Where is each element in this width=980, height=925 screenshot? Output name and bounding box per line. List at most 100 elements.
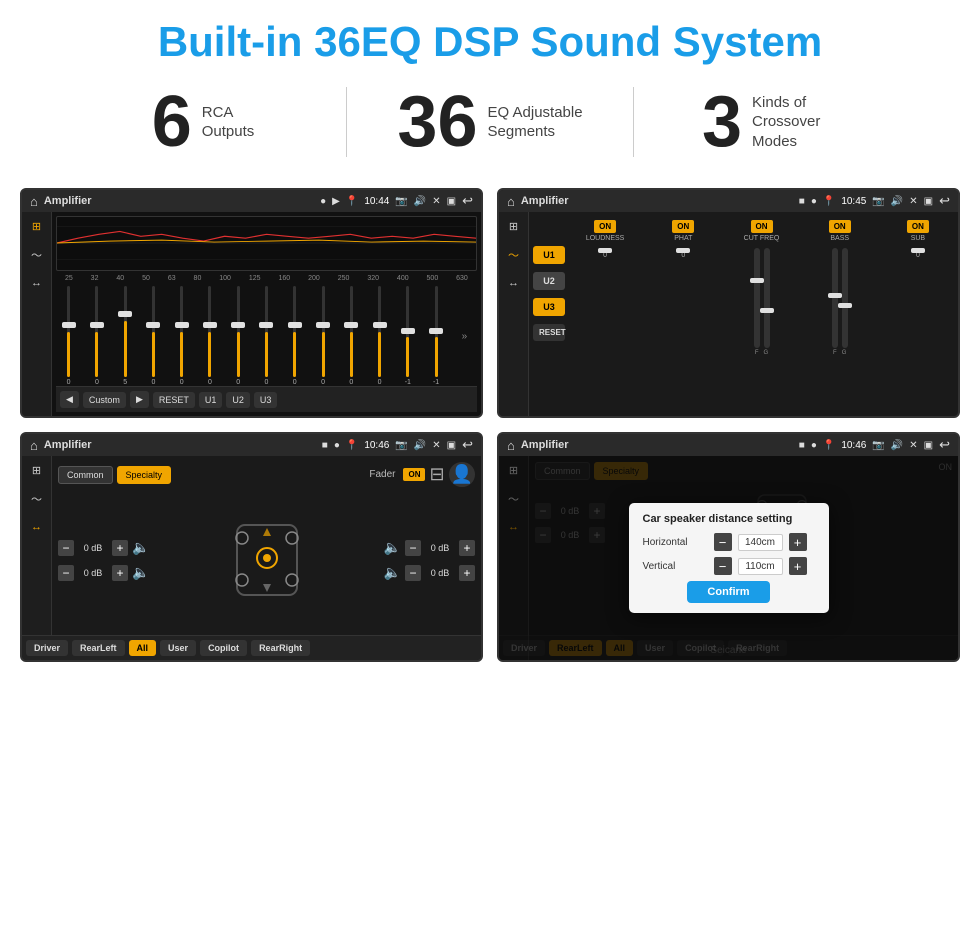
volume-icon-4[interactable]: 🔊	[891, 440, 903, 451]
on-badge-cutfreq[interactable]: ON	[751, 220, 773, 233]
crossover-speaker-icon[interactable]: ↔	[508, 277, 519, 289]
ch-front-left-plus[interactable]: +	[112, 540, 128, 556]
camera-icon-2[interactable]: 📷	[872, 196, 884, 207]
eq-time: 10:44	[364, 196, 389, 207]
screen-icon-3[interactable]: ▣	[447, 440, 456, 451]
close-icon-2[interactable]: ✕	[909, 196, 917, 207]
v-slider-cutfreq-g[interactable]	[764, 248, 770, 348]
camera-icon-3[interactable]: 📷	[395, 440, 407, 451]
close-icon[interactable]: ✕	[432, 196, 440, 207]
rear-left-btn[interactable]: RearLeft	[72, 640, 125, 656]
u1-crossover-btn[interactable]: U1	[533, 246, 565, 264]
v-thumb-cutfreq-f[interactable]	[750, 278, 764, 283]
ch-rear-right-minus[interactable]: −	[405, 565, 421, 581]
ch-rear-left-plus[interactable]: +	[112, 565, 128, 581]
ch-front-left-minus[interactable]: −	[58, 540, 74, 556]
reset-btn[interactable]: RESET	[153, 392, 195, 408]
slider-col: 0	[367, 286, 392, 386]
on-toggle[interactable]: ON	[403, 468, 425, 481]
u1-btn[interactable]: U1	[199, 392, 223, 408]
crossover-wave-icon[interactable]: 〜	[508, 247, 519, 263]
eq-body: ⊞ 〜 ↔	[22, 212, 481, 416]
volume-icon-2[interactable]: 🔊	[891, 196, 903, 207]
custom-btn[interactable]: Custom	[83, 392, 126, 408]
col-labels-bass-fg: F G	[833, 350, 846, 356]
stat-number-crossover: 3	[702, 86, 742, 158]
volume-icon-3[interactable]: 🔊	[414, 440, 426, 451]
next-play-btn[interactable]: ▶	[130, 391, 149, 408]
close-icon-4[interactable]: ✕	[909, 440, 917, 451]
back-icon-3[interactable]: ↩	[462, 437, 473, 453]
screen-icon[interactable]: ▣	[447, 196, 456, 207]
ch-row-front-left: − 0 dB + 🔈	[58, 539, 149, 556]
slider-track[interactable]	[67, 286, 70, 377]
prev-btn[interactable]: ◀	[60, 391, 79, 408]
home-icon-4[interactable]: ⌂	[507, 438, 515, 453]
v-thumb-phat[interactable]	[676, 248, 690, 253]
fader-eq-icon[interactable]: ⊞	[32, 464, 41, 477]
home-icon[interactable]: ⌂	[30, 194, 38, 209]
home-icon-2[interactable]: ⌂	[507, 194, 515, 209]
on-badge-bass[interactable]: ON	[829, 220, 851, 233]
fader-slider-horiz[interactable]: ⊟	[429, 464, 444, 485]
v-slider-bass-g[interactable]	[842, 248, 848, 348]
eq-sidebar-eq-icon[interactable]: ⊞	[32, 220, 41, 233]
driver-btn[interactable]: Driver	[26, 640, 68, 656]
ch-rear-right-plus[interactable]: +	[459, 565, 475, 581]
v-slider-cutfreq-f[interactable]	[754, 248, 760, 348]
v-thumb-bass-g[interactable]	[838, 303, 852, 308]
slider-col: -1	[395, 286, 420, 386]
camera-icon-4[interactable]: 📷	[872, 440, 884, 451]
u3-btn[interactable]: U3	[254, 392, 278, 408]
screen-icon-4[interactable]: ▣	[924, 440, 933, 451]
v-slider-bass-f[interactable]	[832, 248, 838, 348]
rear-right-btn[interactable]: RearRight	[251, 640, 310, 656]
dialog-v-minus[interactable]: −	[714, 557, 732, 575]
u3-crossover-btn[interactable]: U3	[533, 298, 565, 316]
confirm-button[interactable]: Confirm	[687, 581, 769, 603]
dialog-h-minus[interactable]: −	[714, 533, 732, 551]
v-thumb-cutfreq-g[interactable]	[760, 308, 774, 313]
crossover-eq-icon[interactable]: ⊞	[509, 220, 518, 233]
back-icon-2[interactable]: ↩	[939, 193, 950, 209]
fader-bottom-bar: Driver RearLeft All User Copilot RearRig…	[22, 635, 481, 660]
home-icon-3[interactable]: ⌂	[30, 438, 38, 453]
user-btn[interactable]: User	[160, 640, 196, 656]
on-badge-sub[interactable]: ON	[907, 220, 929, 233]
ch-rear-left-minus[interactable]: −	[58, 565, 74, 581]
back-icon-4[interactable]: ↩	[939, 437, 950, 453]
close-icon-3[interactable]: ✕	[432, 440, 440, 451]
back-icon[interactable]: ↩	[462, 193, 473, 209]
ch-front-right-plus[interactable]: +	[459, 540, 475, 556]
ch-front-right-minus[interactable]: −	[405, 540, 421, 556]
slider-thumb[interactable]	[62, 322, 76, 328]
screen-icon-2[interactable]: ▣	[924, 196, 933, 207]
all-btn[interactable]: All	[129, 640, 157, 656]
play-icon[interactable]: ▶	[332, 196, 340, 207]
common-mode-btn[interactable]: Common	[58, 466, 113, 484]
v-thumb-bass-f[interactable]	[828, 293, 842, 298]
ch-row-rear-left: − 0 dB + 🔈	[58, 564, 149, 581]
dialog-h-plus[interactable]: +	[789, 533, 807, 551]
dialog-v-plus[interactable]: +	[789, 557, 807, 575]
copilot-btn[interactable]: Copilot	[200, 640, 247, 656]
v-thumb-sub[interactable]	[911, 248, 925, 253]
stats-row: 6 RCA Outputs 36 EQ Adjustable Segments …	[0, 76, 980, 178]
camera-icon[interactable]: 📷	[395, 196, 407, 207]
fader-speaker-icon[interactable]: ↔	[31, 521, 42, 533]
front-right-speaker-icon: 🔈	[384, 539, 401, 556]
eq-sidebar-speaker-icon[interactable]: ↔	[31, 277, 42, 289]
fader-wave-icon[interactable]: 〜	[31, 491, 42, 507]
volume-icon[interactable]: 🔊	[414, 196, 426, 207]
u2-crossover-btn[interactable]: U2	[533, 272, 565, 290]
v-thumb-loudness[interactable]	[598, 248, 612, 253]
u2-btn[interactable]: U2	[226, 392, 250, 408]
user-avatar-icon[interactable]: 👤	[449, 462, 475, 487]
on-badge-phat[interactable]: ON	[672, 220, 694, 233]
fader-label-text: Fader	[369, 469, 395, 480]
slider-fill	[67, 332, 70, 378]
specialty-mode-btn[interactable]: Specialty	[117, 466, 172, 484]
reset-crossover-btn[interactable]: RESET	[533, 324, 565, 341]
on-badge-loudness[interactable]: ON	[594, 220, 616, 233]
eq-sidebar-wave-icon[interactable]: 〜	[31, 247, 42, 263]
